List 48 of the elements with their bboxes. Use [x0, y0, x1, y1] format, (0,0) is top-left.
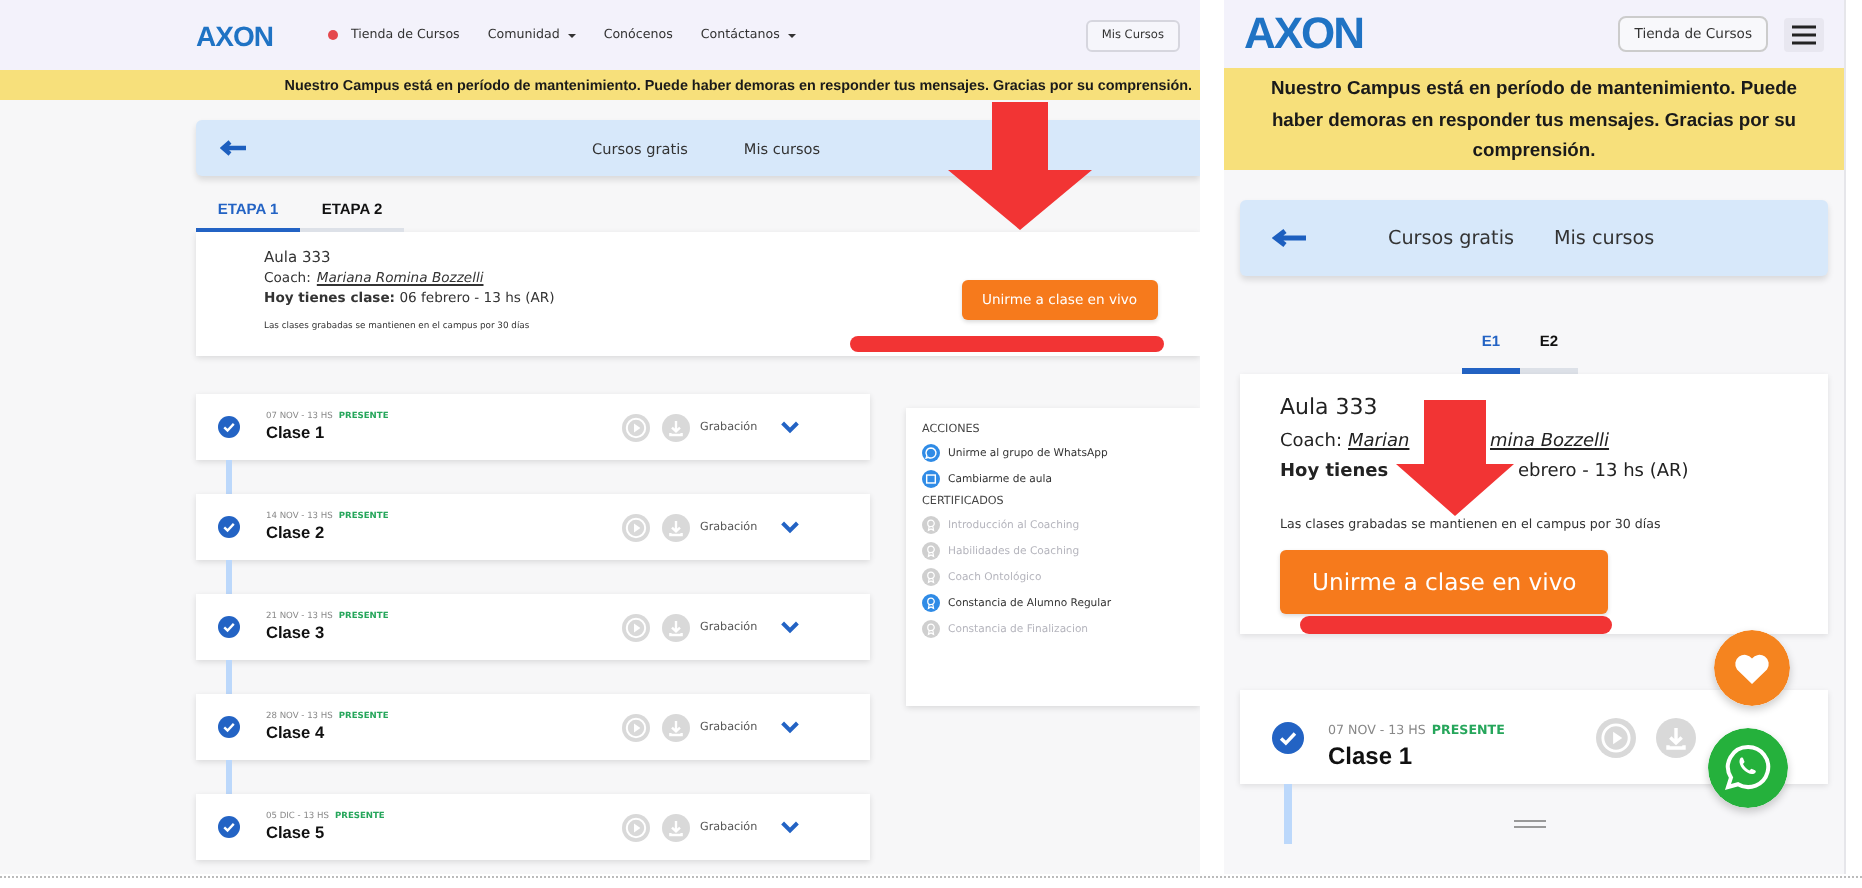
play-icon[interactable] — [1596, 717, 1636, 757]
play-icon[interactable] — [622, 713, 650, 741]
class-title: Clase 5 — [266, 822, 327, 842]
coach-label: Coach: — [1280, 430, 1342, 456]
coach-link[interactable]: mina Bozzelli — [1490, 428, 1610, 456]
chevron-down-icon[interactable] — [779, 720, 800, 734]
menu-icon[interactable] — [1784, 17, 1824, 51]
download-icon[interactable] — [662, 613, 690, 641]
nav-link[interactable]: Cursos gratis — [1388, 227, 1514, 249]
class-title: Clase 4 — [266, 722, 327, 742]
certificate-icon — [922, 594, 940, 612]
download-icon[interactable] — [662, 813, 690, 841]
certificate-icon — [922, 620, 940, 638]
chevron-down-icon[interactable] — [779, 620, 800, 634]
chevron-down-icon[interactable] — [779, 420, 800, 434]
play-icon[interactable] — [622, 613, 650, 641]
drag-handle-icon[interactable] — [1514, 820, 1546, 828]
heart-button[interactable] — [1714, 630, 1790, 706]
class-title: Clase 2 — [266, 522, 327, 542]
download-icon[interactable] — [1656, 717, 1696, 757]
download-icon[interactable] — [662, 713, 690, 741]
class-title: Clase 1 — [1328, 742, 1415, 770]
class-title: Clase 3 — [266, 622, 327, 642]
whatsapp-button[interactable] — [1708, 728, 1788, 808]
axon-logo[interactable]: AXON — [196, 19, 273, 51]
banner-text: Nuestro Campus está en período de mantenimiento. Puede haber demoras en responder tus mensajes. Gracias por su comprensión. — [1268, 74, 1800, 165]
coach-link[interactable]: Marian — [1348, 428, 1410, 456]
play-icon[interactable] — [622, 813, 650, 841]
chat-bubble-icon — [922, 444, 940, 462]
chevron-down-icon[interactable] — [779, 520, 800, 534]
classroom-name: Aula 333 — [1280, 394, 1378, 422]
back-arrow-icon[interactable] — [220, 140, 248, 156]
axon-logo[interactable]: AXON — [1244, 8, 1619, 60]
play-icon[interactable] — [622, 513, 650, 541]
next-class-text: ebrero - 13 hs (AR) — [1518, 460, 1689, 486]
play-icon[interactable] — [622, 413, 650, 441]
next-class-text: Hoy tienes — [1280, 460, 1389, 486]
class-title: Clase 1 — [266, 422, 327, 442]
certificate-icon — [922, 568, 940, 586]
nav-link[interactable]: Mis cursos — [1553, 227, 1655, 249]
download-icon[interactable] — [662, 413, 690, 441]
chevron-down-icon[interactable] — [779, 820, 800, 834]
annotation-arrow — [948, 102, 1092, 230]
certificate-icon — [922, 516, 940, 534]
back-arrow-icon[interactable] — [1272, 228, 1308, 248]
calendar-icon — [922, 470, 940, 488]
download-icon[interactable] — [662, 513, 690, 541]
certificate-icon — [922, 542, 940, 560]
